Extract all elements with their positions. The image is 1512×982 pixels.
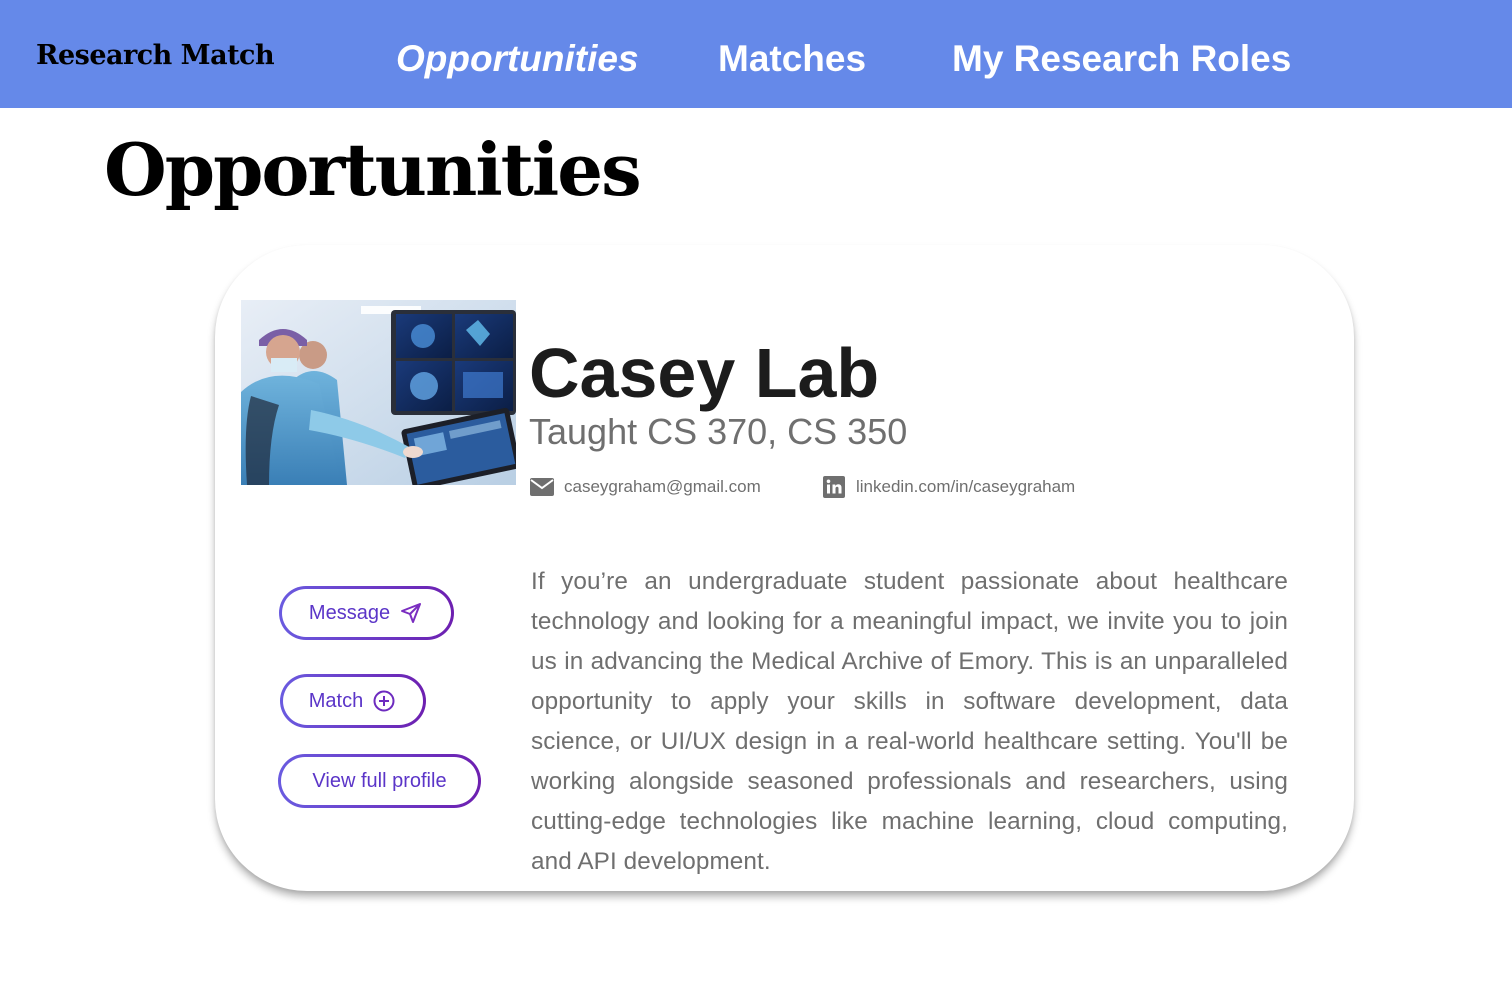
view-profile-label: View full profile	[312, 769, 447, 792]
email-text: caseygraham@gmail.com	[564, 477, 761, 496]
nav-my-research-roles[interactable]: My Research Roles	[952, 40, 1291, 77]
paper-plane-icon	[398, 600, 424, 626]
envelope-icon	[530, 476, 554, 498]
contact-email[interactable]: caseygraham@gmail.com	[530, 476, 761, 498]
view-full-profile-button[interactable]: View full profile	[278, 754, 481, 808]
page-title: Opportunities	[104, 127, 642, 212]
opportunity-description: If you’re an undergraduate student passi…	[531, 568, 1288, 875]
lab-name: Casey Lab	[529, 334, 880, 412]
contact-linkedin[interactable]: linkedin.com/in/caseygraham	[822, 476, 1075, 498]
message-button[interactable]: Message	[279, 586, 454, 640]
lab-courses: Taught CS 370, CS 350	[529, 411, 908, 452]
nav-matches[interactable]: Matches	[718, 40, 866, 77]
brand-logo[interactable]: Research Match	[36, 40, 275, 71]
match-button-label: Match	[308, 689, 364, 712]
linkedin-text: linkedin.com/in/caseygraham	[856, 477, 1076, 496]
lab-photo	[241, 300, 516, 485]
top-navbar: Research Match Opportunities Matches My …	[0, 0, 1512, 108]
plus-circle-icon	[371, 688, 397, 714]
linkedin-icon	[822, 476, 846, 498]
match-button[interactable]: Match	[280, 674, 426, 728]
nav-opportunities[interactable]: Opportunities	[396, 40, 639, 77]
message-button-label: Message	[308, 601, 391, 624]
